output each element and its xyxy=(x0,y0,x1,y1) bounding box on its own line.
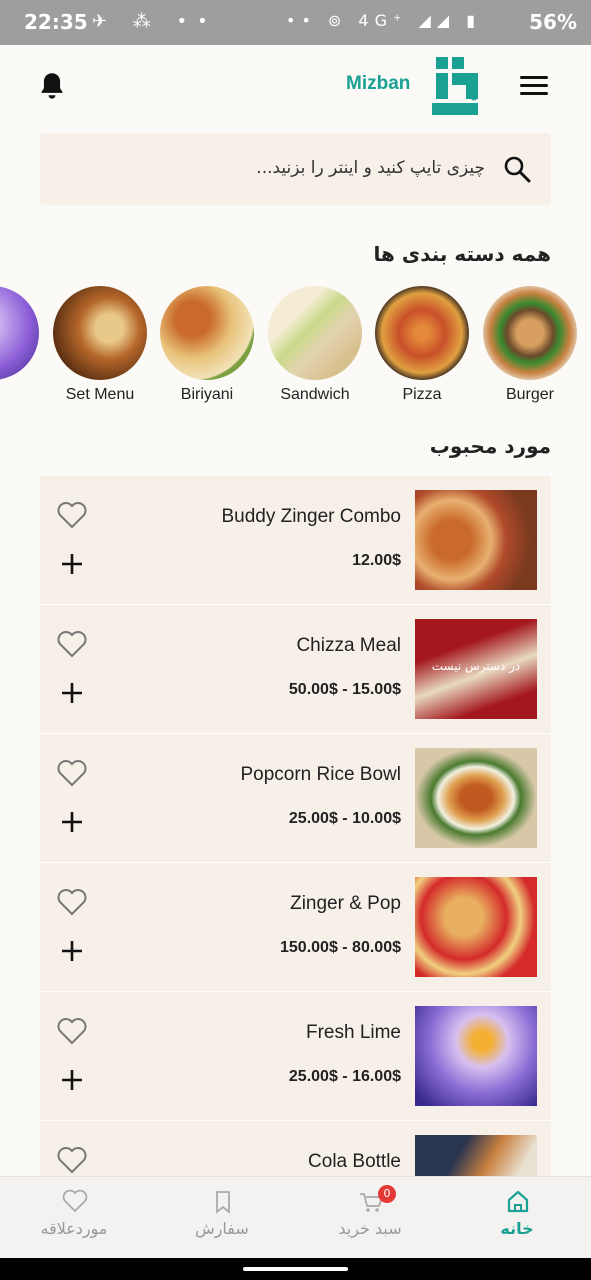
home-icon xyxy=(507,1190,529,1213)
status-notification-icons: ✈ ⁂ •• xyxy=(92,11,218,32)
categories-title: همه دسته بندی ها xyxy=(373,242,551,266)
bookmark-icon xyxy=(216,1191,230,1214)
bell-icon[interactable] xyxy=(38,71,66,101)
product-image xyxy=(415,1006,537,1106)
category-image xyxy=(375,286,469,380)
app-header: Mizban xyxy=(0,45,591,130)
product-name: Popcorn Rice Bowl xyxy=(240,764,401,785)
battery-level: 56% xyxy=(529,10,577,34)
bottom-navigation: موردعلاقه سفارش 0 سبد خرید خانه xyxy=(0,1176,591,1258)
nav-favorites[interactable]: موردعلاقه xyxy=(0,1177,148,1259)
favorite-heart-icon[interactable] xyxy=(56,887,88,917)
favorite-heart-icon[interactable] xyxy=(56,758,88,788)
product-image xyxy=(415,877,537,977)
unavailable-label: در دسترس نیست xyxy=(431,659,521,673)
nav-label: سبد خرید xyxy=(338,1219,402,1238)
add-to-cart-plus-icon[interactable] xyxy=(60,1068,84,1092)
category-burger[interactable]: Burger xyxy=(482,286,578,404)
add-to-cart-plus-icon[interactable] xyxy=(60,939,84,963)
search-placeholder[interactable]: چیزی تایپ کنید و اینتر را بزنید... xyxy=(256,158,485,178)
favorite-heart-icon[interactable] xyxy=(56,1016,88,1046)
add-to-cart-plus-icon[interactable] xyxy=(60,552,84,576)
list-item[interactable]: Popcorn Rice Bowl 25.00$ - 10.00$ xyxy=(40,734,551,863)
category-image xyxy=(53,286,147,380)
favorite-heart-icon[interactable] xyxy=(56,1145,88,1175)
category-image xyxy=(268,286,362,380)
categories-carousel[interactable]: ks Set Menu Biriyani Sandwich Pizza Burg… xyxy=(0,286,591,406)
list-item[interactable]: Fresh Lime 25.00$ - 16.00$ xyxy=(40,992,551,1121)
heart-icon xyxy=(62,1189,88,1213)
favorites-title: مورد محبوب xyxy=(429,434,551,458)
category-drinks[interactable]: ks xyxy=(0,286,40,404)
category-image xyxy=(483,286,577,380)
list-item[interactable]: Buddy Zinger Combo 12.00$ xyxy=(40,476,551,605)
status-time: 22:35 xyxy=(24,10,88,34)
product-image xyxy=(415,490,537,590)
product-price: 25.00$ - 16.00$ xyxy=(288,1068,401,1085)
home-gesture-pill[interactable] xyxy=(243,1267,348,1271)
product-price: 50.00$ - 15.00$ xyxy=(288,681,401,698)
list-item[interactable]: Zinger & Pop 150.00$ - 80.00$ xyxy=(40,863,551,992)
favorite-heart-icon[interactable] xyxy=(56,629,88,659)
add-to-cart-plus-icon[interactable] xyxy=(60,810,84,834)
category-biriyani[interactable]: Biriyani xyxy=(159,286,255,404)
cart-badge: 0 xyxy=(378,1185,396,1203)
product-price: 12.00$ xyxy=(352,552,401,569)
category-label: Biriyani xyxy=(180,386,234,403)
product-image: در دسترس نیست xyxy=(415,619,537,719)
add-to-cart-plus-icon[interactable] xyxy=(60,681,84,705)
brand-name: Mizban xyxy=(346,73,411,94)
category-set-menu[interactable]: Set Menu xyxy=(52,286,148,404)
list-item[interactable]: Cola Bottle xyxy=(40,1121,551,1176)
category-label: Sandwich xyxy=(280,386,350,403)
product-image xyxy=(415,1135,537,1176)
search-icon[interactable] xyxy=(503,155,531,183)
product-price: 150.00$ - 80.00$ xyxy=(280,939,401,956)
product-name: Buddy Zinger Combo xyxy=(221,506,401,527)
product-name: Chizza Meal xyxy=(296,635,401,656)
gesture-navigation-bar xyxy=(0,1258,591,1280)
nav-cart[interactable]: 0 سبد خرید xyxy=(296,1177,444,1259)
hamburger-menu-icon[interactable] xyxy=(520,76,548,96)
category-label: Pizza xyxy=(402,386,442,403)
nav-home[interactable]: خانه xyxy=(443,1177,591,1259)
search-bar[interactable]: چیزی تایپ کنید و اینتر را بزنید... xyxy=(40,133,551,205)
category-sandwich[interactable]: Sandwich xyxy=(267,286,363,404)
nav-label: موردعلاقه xyxy=(40,1219,108,1238)
favorite-heart-icon[interactable] xyxy=(56,500,88,530)
category-label: Set Menu xyxy=(65,386,135,403)
list-item[interactable]: در دسترس نیست Chizza Meal 50.00$ - 15.00… xyxy=(40,605,551,734)
product-name: Zinger & Pop xyxy=(290,893,401,914)
nav-orders[interactable]: سفارش xyxy=(148,1177,296,1259)
category-image xyxy=(160,286,254,380)
nav-label: سفارش xyxy=(195,1219,249,1238)
product-price: 25.00$ - 10.00$ xyxy=(288,810,401,827)
nav-label: خانه xyxy=(500,1219,534,1238)
favorites-list: Buddy Zinger Combo 12.00$ در دسترس نیست … xyxy=(40,476,551,1176)
category-label: Burger xyxy=(505,386,555,403)
product-name: Cola Bottle xyxy=(308,1151,401,1172)
status-system-icons: •• ⊚ 4G⁺ ◢◢ ▮ xyxy=(285,11,481,30)
category-pizza[interactable]: Pizza xyxy=(374,286,470,404)
category-label: ks xyxy=(0,386,40,404)
product-name: Fresh Lime xyxy=(305,1022,401,1043)
mizban-logo-icon xyxy=(432,57,478,115)
product-image xyxy=(415,748,537,848)
category-image xyxy=(0,286,39,380)
status-bar: 22:35 ✈ ⁂ •• •• ⊚ 4G⁺ ◢◢ ▮ 56% xyxy=(0,0,591,45)
